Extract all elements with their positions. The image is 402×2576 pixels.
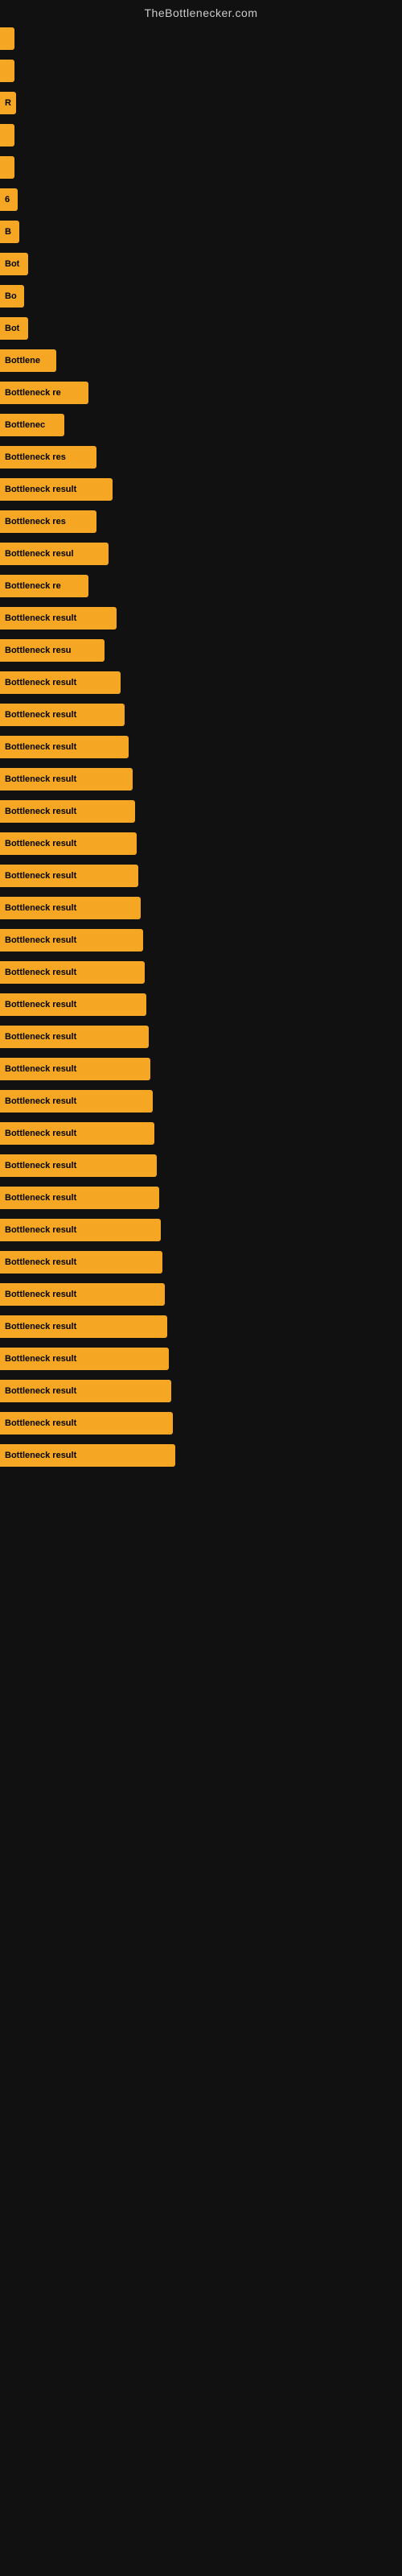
bar-row: Bottleneck result [0,1150,402,1182]
bar-row: Bottleneck result [0,924,402,956]
result-bar: Bottleneck result [0,1444,175,1467]
result-bar: Bottleneck res [0,510,96,533]
result-bar: Bo [0,285,24,308]
result-bar: B [0,221,19,243]
result-bar: Bottleneck result [0,478,113,501]
bar-row: Bot [0,312,402,345]
result-bar [0,124,14,147]
bar-row: Bottleneck result [0,1085,402,1117]
result-bar: R [0,92,16,114]
result-bar: Bottleneck result [0,736,129,758]
bar-row: Bottleneck result [0,892,402,924]
bar-row: Bottleneck result [0,1407,402,1439]
result-bar: Bottleneck result [0,1154,157,1177]
result-bar: Bottleneck result [0,1251,162,1274]
bar-row: Bottleneck result [0,989,402,1021]
bar-row: Bottleneck resu [0,634,402,667]
result-bar: Bottleneck result [0,1090,153,1113]
result-bar: Bottleneck result [0,1187,159,1209]
result-bar [0,60,14,82]
result-bar: Bottlene [0,349,56,372]
bar-row: Bottleneck result [0,1278,402,1311]
result-bar: Bottleneck result [0,961,145,984]
result-bar: Bottleneck result [0,1026,149,1048]
bar-row: R [0,87,402,119]
bar-row: Bottleneck result [0,1311,402,1343]
bar-row: Bottleneck result [0,1343,402,1375]
result-bar: Bottleneck result [0,832,137,855]
result-bar: Bottleneck result [0,1219,161,1241]
result-bar: Bottleneck resul [0,543,109,565]
bar-row: Bottleneck result [0,1439,402,1472]
result-bar: Bottleneck result [0,800,135,823]
bar-row [0,119,402,151]
bar-row: Bottleneck result [0,1053,402,1085]
result-bar: Bottleneck result [0,704,125,726]
bar-row: Bottleneck result [0,763,402,795]
bar-row: Bottleneck result [0,1021,402,1053]
bar-row: Bottlene [0,345,402,377]
bar-row: Bottleneck res [0,441,402,473]
bar-row: Bottleneck result [0,602,402,634]
result-bar: Bottleneck result [0,929,143,952]
result-bar: Bottleneck result [0,1058,150,1080]
bars-container: R 6 B Bot Bo Bot Bottlene Bottleneck re Bottlene… [0,23,402,1472]
result-bar [0,27,14,50]
bar-row: Bottleneck result [0,1375,402,1407]
result-bar: Bot [0,317,28,340]
result-bar: Bottleneck re [0,575,88,597]
bar-row: 6 [0,184,402,216]
result-bar: Bottleneck result [0,1315,167,1338]
bar-row: Bottleneck result [0,860,402,892]
result-bar: Bottleneck result [0,1122,154,1145]
bar-row [0,55,402,87]
bar-row: Bottleneck result [0,1246,402,1278]
result-bar: 6 [0,188,18,211]
result-bar: Bottleneck resu [0,639,105,662]
bar-row: Bottleneck re [0,570,402,602]
result-bar: Bottleneck result [0,1348,169,1370]
result-bar: Bottleneck result [0,1283,165,1306]
bar-row: Bo [0,280,402,312]
bar-row: Bot [0,248,402,280]
result-bar: Bottleneck result [0,607,117,630]
result-bar [0,156,14,179]
bar-row: Bottleneck result [0,731,402,763]
bar-row: Bottleneck result [0,473,402,506]
bar-row: Bottleneck result [0,956,402,989]
bar-row: Bottleneck result [0,1117,402,1150]
bar-row: Bottleneck result [0,1214,402,1246]
result-bar: Bottleneck result [0,993,146,1016]
bar-row: Bottleneck resul [0,538,402,570]
result-bar: Bottleneck result [0,897,141,919]
bar-row: Bottleneck res [0,506,402,538]
bar-row: Bottleneck re [0,377,402,409]
bar-row: Bottleneck result [0,699,402,731]
bar-row: Bottleneck result [0,828,402,860]
result-bar: Bottlenec [0,414,64,436]
result-bar: Bot [0,253,28,275]
bar-row: Bottleneck result [0,1182,402,1214]
result-bar: Bottleneck result [0,671,121,694]
bar-row: Bottleneck result [0,795,402,828]
result-bar: Bottleneck result [0,768,133,791]
result-bar: Bottleneck result [0,1380,171,1402]
bar-row: Bottlenec [0,409,402,441]
bar-row: B [0,216,402,248]
bar-row [0,151,402,184]
bar-row [0,23,402,55]
result-bar: Bottleneck result [0,1412,173,1435]
bar-row: Bottleneck result [0,667,402,699]
site-title: TheBottlenecker.com [0,0,402,23]
result-bar: Bottleneck res [0,446,96,469]
result-bar: Bottleneck re [0,382,88,404]
result-bar: Bottleneck result [0,865,138,887]
